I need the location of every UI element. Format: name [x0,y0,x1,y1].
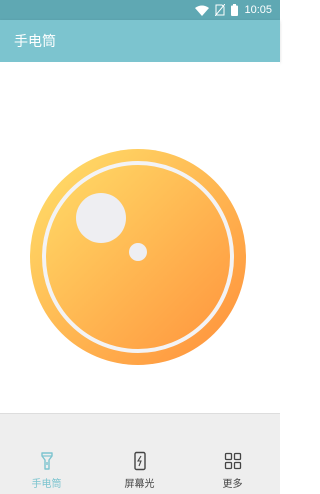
flashlight-lamp-icon[interactable] [27,146,249,368]
phone-screen-icon [133,451,146,471]
status-bar: 10:05 [0,0,280,20]
nav-item-screen-light[interactable]: 屏幕光 [93,414,186,494]
lamp-highlight-small [129,243,147,261]
flashlight-icon [40,452,53,470]
nav-item-more[interactable]: 更多 [186,414,279,494]
bottom-nav: 手电筒 屏幕光 更多 [0,413,280,494]
nav-item-label: 屏幕光 [124,479,155,490]
grid-more-icon [224,452,241,470]
nav-item-label: 更多 [222,479,243,490]
battery-icon [231,4,239,16]
status-time: 10:05 [244,4,272,16]
page-title: 手电筒 [14,34,56,50]
nav-item-label: 手电筒 [31,479,62,490]
lamp-highlight-large [76,193,126,243]
wifi-icon [195,5,210,16]
no-sim-icon [215,4,226,16]
app-bar: 手电筒 [0,20,280,62]
status-icons: 10:05 [195,2,272,18]
nav-item-flashlight[interactable]: 手电筒 [0,414,93,494]
